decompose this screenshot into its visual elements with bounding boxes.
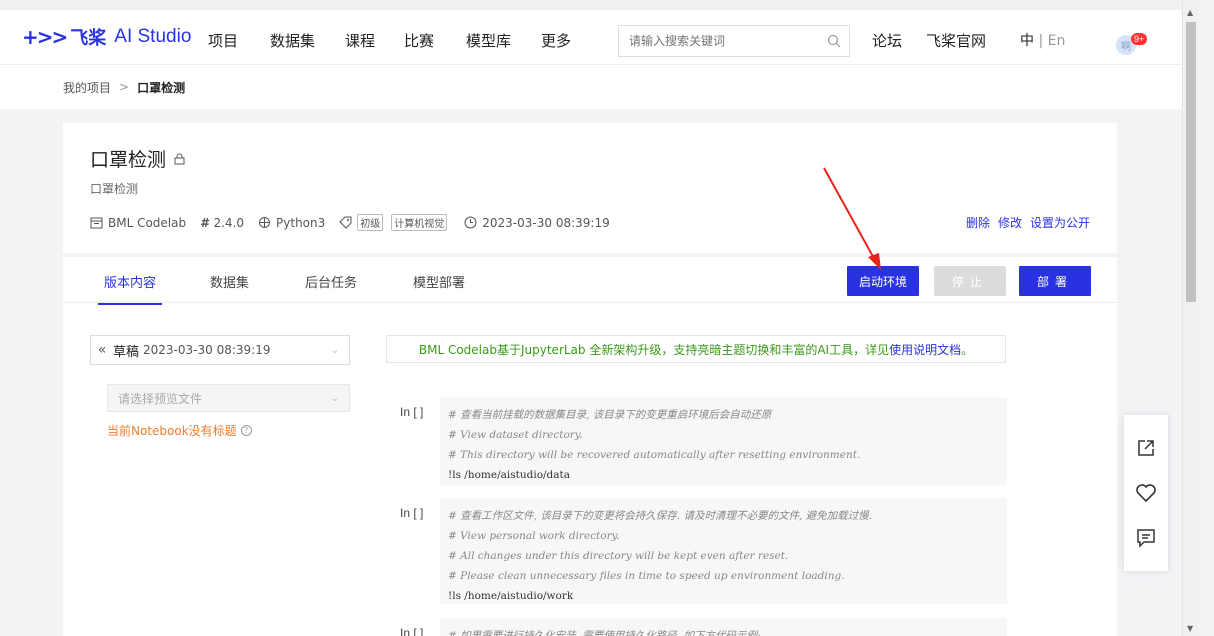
stop-button[interactable]: 停止 [934, 266, 1006, 296]
lock-icon [174, 153, 185, 164]
paddle-icon: # [200, 215, 209, 230]
code-command: !ls /home/aistudio/work [448, 590, 574, 602]
search-input[interactable] [619, 34, 819, 48]
collapse-icon[interactable]: « [91, 342, 113, 358]
tab-model-deploy[interactable]: 模型部署 [413, 272, 465, 291]
meta-date-text: 2023-03-30 08:39:19 [482, 215, 610, 230]
code-cell[interactable]: # 如果需要进行持久化安装, 需要使用持久化路径, 如下方代码示例: [440, 618, 1007, 636]
breadcrumb: 我的项目 > 口罩检测 [0, 64, 1182, 109]
breadcrumb-separator: > [119, 80, 130, 94]
code-line: # View personal work directory. [448, 530, 620, 542]
meta-lang-text: Python3 [276, 215, 326, 230]
chevron-down-icon: ⌄ [330, 392, 339, 404]
breadcrumb-current: 口罩检测 [137, 80, 186, 95]
scroll-up-icon[interactable]: ▲ [1187, 8, 1193, 17]
heart-icon[interactable] [1135, 483, 1157, 503]
meta-env: BML Codelab [90, 216, 186, 230]
python-icon [259, 217, 271, 228]
tab-version-content[interactable]: 版本内容 [97, 272, 163, 305]
top-nav: +>> 飞桨 AI Studio 项目 数据集 课程 比赛 模型库 更多 论坛 … [0, 0, 1182, 67]
scrollbar-thumb[interactable] [1186, 22, 1196, 302]
comment-icon[interactable] [1136, 528, 1156, 549]
deploy-button[interactable]: 部署 [1019, 266, 1091, 296]
code-cell[interactable]: # 查看当前挂载的数据集目录, 该目录下的变更重启环境后会自动还原 # View… [440, 397, 1007, 485]
notebook-no-title: 当前Notebook没有标题 ? [107, 422, 252, 439]
tab-bar: 版本内容 数据集 后台任务 模型部署 启动环境 停止 部署 [63, 257, 1117, 305]
nav-item-models[interactable]: 模型库 [466, 30, 511, 51]
chevron-down-icon: ⌄ [330, 344, 339, 356]
edit-link[interactable]: 修改 [998, 214, 1022, 231]
tag-level: 初级 [357, 214, 384, 231]
project-title: 口罩检测 [90, 145, 185, 172]
meta-date: 2023-03-30 08:39:19 [464, 215, 610, 230]
draft-date: 2023-03-30 08:39:19 [143, 343, 271, 357]
notebook-no-title-text: 当前Notebook没有标题 [107, 424, 237, 438]
nav-item-datasets[interactable]: 数据集 [270, 30, 315, 51]
logo-cn: 飞桨 [70, 28, 107, 49]
tag-icon [339, 216, 352, 229]
meta-version-text: 2.4.0 [213, 215, 245, 230]
project-actions: 删除 修改 设置为公开 [966, 214, 1090, 231]
code-line: # 如果需要进行持久化安装, 需要使用持久化路径, 如下方代码示例: [448, 630, 761, 636]
language-switch[interactable]: 中 | En [1020, 30, 1065, 50]
breadcrumb-my-projects[interactable]: 我的项目 [63, 79, 111, 96]
tab-datasets[interactable]: 数据集 [210, 272, 249, 291]
usage-docs-link[interactable]: 使用说明文档 [889, 341, 961, 358]
meta-env-text: BML Codelab [108, 215, 187, 230]
code-line: # 查看当前挂载的数据集目录, 该目录下的变更重启环境后会自动还原 [448, 409, 772, 421]
lang-zh[interactable]: 中 [1020, 33, 1034, 49]
codelab-icon [90, 217, 103, 229]
version-select[interactable]: « 草稿 2023-03-30 08:39:19 ⌄ [90, 335, 350, 365]
search-icon[interactable] [819, 34, 849, 48]
code-cell[interactable]: # 查看工作区文件, 该目录下的变更将会持久保存. 请及时清理不必要的文件, 避… [440, 498, 1007, 604]
meta-lang: Python3 [258, 216, 325, 230]
project-title-text: 口罩检测 [90, 149, 167, 171]
nav-forum[interactable]: 论坛 [872, 30, 902, 51]
logo-en: AI Studio [114, 26, 192, 47]
project-card: 口罩检测 口罩检测 BML Codelab # 2.4.0 Python3 初级… [63, 123, 1117, 636]
cell-prompt: In [ ] [400, 506, 424, 520]
make-public-link[interactable]: 设置为公开 [1030, 214, 1090, 231]
paddle-logo-icon: +>> [22, 25, 68, 49]
preview-file-select[interactable]: 请选择预览文件 ⌄ [107, 384, 350, 412]
notification-badge: 9+ [1131, 33, 1148, 45]
project-meta: BML Codelab # 2.4.0 Python3 初级 计算机视觉 202… [90, 214, 624, 231]
meta-version: # 2.4.0 [200, 216, 244, 230]
lang-sep: | [1038, 33, 1044, 49]
notice-end: 。 [961, 342, 974, 357]
notice-text: BML Codelab基于JupyterLab 全新架构升级，支持亮暗主题切换和… [418, 342, 890, 357]
start-environment-button[interactable]: 启动环境 [847, 266, 919, 296]
search-box [618, 25, 850, 57]
floating-toolbar [1124, 415, 1168, 571]
tag-domain: 计算机视觉 [391, 214, 448, 231]
help-icon[interactable]: ? [240, 425, 252, 436]
cell-prompt: In [ ] [400, 626, 424, 636]
code-line: # This directory will be recovered autom… [448, 449, 861, 461]
cell-prompt: In [ ] [400, 405, 424, 419]
nav-item-projects[interactable]: 项目 [208, 30, 239, 67]
meta-tags: 初级 计算机视觉 [339, 214, 450, 231]
nav-item-more[interactable]: 更多 [541, 30, 571, 51]
nav-item-courses[interactable]: 课程 [345, 30, 375, 51]
nav-official[interactable]: 飞桨官网 [926, 30, 986, 51]
share-icon[interactable] [1136, 438, 1156, 458]
code-line: # View dataset directory. [448, 429, 583, 441]
vertical-scrollbar[interactable]: ▲ ▼ [1182, 0, 1198, 636]
nav-item-competitions[interactable]: 比赛 [404, 30, 434, 51]
lang-en[interactable]: En [1048, 33, 1066, 49]
code-line: # Please clean unnecessary files in time… [448, 570, 845, 582]
draft-label: 草稿 [113, 344, 140, 360]
scroll-down-icon[interactable]: ▼ [1187, 624, 1193, 633]
preview-file-placeholder: 请选择预览文件 [118, 391, 203, 406]
code-command: !ls /home/aistudio/data [448, 469, 571, 481]
tab-background-tasks[interactable]: 后台任务 [305, 272, 357, 291]
logo[interactable]: +>> 飞桨 AI Studio [22, 24, 191, 50]
delete-link[interactable]: 删除 [966, 214, 990, 231]
clock-icon [464, 216, 477, 229]
codelab-notice: BML Codelab基于JupyterLab 全新架构升级，支持亮暗主题切换和… [386, 335, 1006, 363]
code-line: # All changes under this directory will … [448, 550, 789, 562]
code-line: # 查看工作区文件, 该目录下的变更将会持久保存. 请及时清理不必要的文件, 避… [448, 510, 872, 522]
project-description: 口罩检测 [90, 182, 139, 196]
